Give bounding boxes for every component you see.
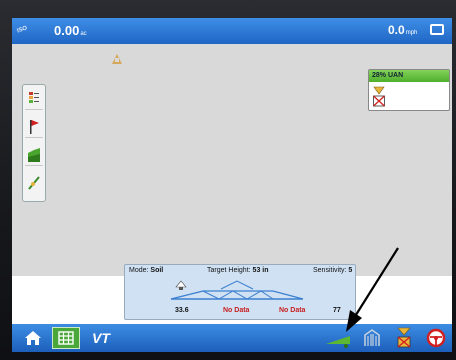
- top-status-bar: ISO 0.00ac 0.0mph: [12, 18, 452, 44]
- grid-icon: [58, 331, 74, 345]
- target-group: Target Height: 53 in: [207, 267, 269, 274]
- target-height-value: 53 in: [252, 267, 269, 274]
- area-counter[interactable]: 0.00ac: [54, 23, 87, 38]
- sensitivity-value: 5: [348, 267, 353, 274]
- legend-button[interactable]: [25, 88, 43, 110]
- field-icon: [28, 147, 40, 162]
- sensitivity-label: Sensitivity:: [313, 267, 347, 274]
- display-screen: ISO 0.00ac 0.0mph 28% UAN Mode: Soil Tar…: [12, 18, 452, 352]
- home-button[interactable]: [20, 327, 46, 349]
- speed-readout: 0.0mph: [388, 23, 417, 37]
- vt-icon: VT: [92, 330, 110, 346]
- center-left-reading: No Data: [223, 307, 250, 314]
- boom-diagram-icon: [170, 280, 304, 300]
- guidance-icon: [28, 176, 40, 190]
- mode-group: Mode: Soil: [129, 267, 163, 274]
- map-left-toolbar: [22, 84, 46, 202]
- steering-wheel-icon: [426, 328, 446, 348]
- map-view[interactable]: 28% UAN: [12, 44, 452, 276]
- product-warning-icon: [373, 86, 385, 107]
- boom-height-panel[interactable]: Mode: Soil Target Height: 53 in Sensitiv…: [124, 264, 356, 320]
- gate-button[interactable]: [360, 327, 384, 349]
- area-value: 0.00: [54, 23, 80, 38]
- virtual-terminal-button[interactable]: VT: [86, 327, 116, 349]
- speed-value: 0.0: [388, 23, 405, 37]
- sensitivity-group: Sensitivity: 5: [313, 267, 352, 274]
- boom-height-icon: [326, 336, 350, 348]
- target-height-label: Target Height:: [207, 267, 251, 274]
- grid-button[interactable]: [52, 327, 80, 349]
- flag-button[interactable]: [25, 116, 43, 138]
- product-warning-icon: [397, 327, 411, 348]
- product-status-box[interactable]: 28% UAN: [368, 69, 450, 111]
- bottom-toolbar: VT: [12, 324, 452, 352]
- guidance-button[interactable]: [25, 172, 43, 194]
- screen-toggle-icon[interactable]: [430, 24, 444, 35]
- vehicle-marker-icon: [112, 54, 122, 64]
- iso-logo: ISO: [16, 25, 29, 35]
- right-height-reading: 77: [333, 307, 341, 314]
- mode-value: Soil: [150, 267, 164, 274]
- field-button[interactable]: [25, 144, 43, 166]
- mode-label: Mode:: [129, 267, 149, 274]
- center-right-reading: No Data: [279, 307, 306, 314]
- boom-height-button[interactable]: [322, 327, 356, 349]
- product-name: 28% UAN: [369, 70, 449, 82]
- speed-unit: mph: [405, 30, 418, 36]
- steering-button[interactable]: [424, 327, 448, 349]
- flag-icon: [30, 119, 39, 134]
- product-control-button[interactable]: [392, 327, 416, 349]
- legend-icon: [29, 91, 39, 103]
- home-icon: [25, 331, 41, 345]
- area-unit: ac: [80, 31, 87, 37]
- gate-icon: [364, 329, 380, 346]
- left-height-reading: 33.6: [175, 307, 189, 314]
